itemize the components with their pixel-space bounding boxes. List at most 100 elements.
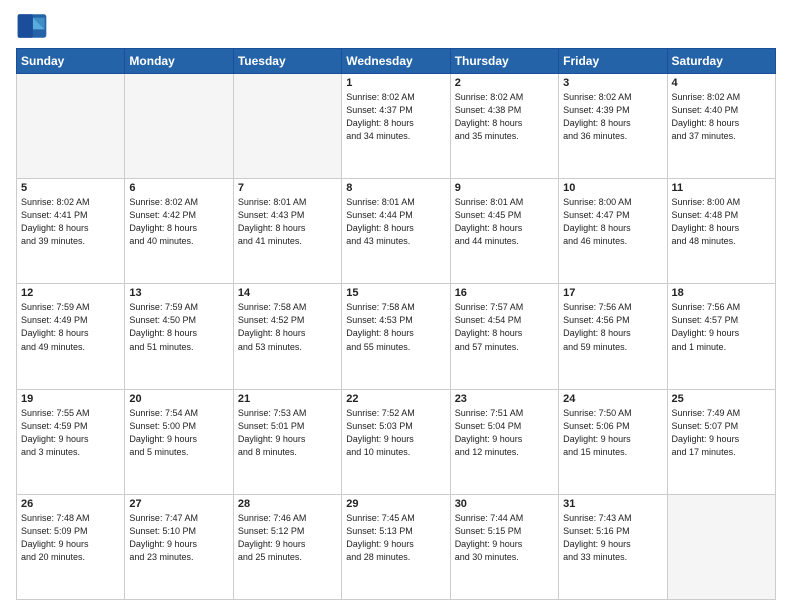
day-info: Sunrise: 7:45 AM Sunset: 5:13 PM Dayligh… (346, 512, 445, 564)
calendar-cell: 12 Sunrise: 7:59 AM Sunset: 4:49 PM Dayli… (17, 284, 125, 389)
day-info: Sunrise: 7:48 AM Sunset: 5:09 PM Dayligh… (21, 512, 120, 564)
calendar-cell: 20 Sunrise: 7:54 AM Sunset: 5:00 PM Dayli… (125, 389, 233, 494)
day-info: Sunrise: 7:53 AM Sunset: 5:01 PM Dayligh… (238, 407, 337, 459)
col-header-friday: Friday (559, 49, 667, 74)
day-number: 19 (21, 393, 120, 405)
col-header-wednesday: Wednesday (342, 49, 450, 74)
header (16, 12, 776, 40)
calendar-cell: 10 Sunrise: 8:00 AM Sunset: 4:47 PM Dayli… (559, 179, 667, 284)
day-info: Sunrise: 7:43 AM Sunset: 5:16 PM Dayligh… (563, 512, 662, 564)
calendar-cell: 1 Sunrise: 8:02 AM Sunset: 4:37 PM Daylig… (342, 74, 450, 179)
day-number: 3 (563, 77, 662, 89)
day-info: Sunrise: 7:58 AM Sunset: 4:53 PM Dayligh… (346, 301, 445, 353)
calendar-cell: 22 Sunrise: 7:52 AM Sunset: 5:03 PM Dayli… (342, 389, 450, 494)
day-info: Sunrise: 7:58 AM Sunset: 4:52 PM Dayligh… (238, 301, 337, 353)
calendar-cell (17, 74, 125, 179)
col-header-thursday: Thursday (450, 49, 558, 74)
day-number: 28 (238, 498, 337, 510)
day-info: Sunrise: 7:49 AM Sunset: 5:07 PM Dayligh… (672, 407, 771, 459)
day-info: Sunrise: 8:00 AM Sunset: 4:47 PM Dayligh… (563, 196, 662, 248)
day-number: 6 (129, 182, 228, 194)
day-info: Sunrise: 7:47 AM Sunset: 5:10 PM Dayligh… (129, 512, 228, 564)
day-number: 25 (672, 393, 771, 405)
page: SundayMondayTuesdayWednesdayThursdayFrid… (0, 0, 792, 612)
day-info: Sunrise: 7:59 AM Sunset: 4:50 PM Dayligh… (129, 301, 228, 353)
day-number: 13 (129, 287, 228, 299)
day-number: 11 (672, 182, 771, 194)
day-info: Sunrise: 8:02 AM Sunset: 4:42 PM Dayligh… (129, 196, 228, 248)
col-header-saturday: Saturday (667, 49, 775, 74)
day-number: 18 (672, 287, 771, 299)
day-number: 16 (455, 287, 554, 299)
calendar-cell: 27 Sunrise: 7:47 AM Sunset: 5:10 PM Dayli… (125, 494, 233, 599)
day-number: 27 (129, 498, 228, 510)
calendar-cell: 23 Sunrise: 7:51 AM Sunset: 5:04 PM Dayli… (450, 389, 558, 494)
day-info: Sunrise: 7:57 AM Sunset: 4:54 PM Dayligh… (455, 301, 554, 353)
calendar-cell: 28 Sunrise: 7:46 AM Sunset: 5:12 PM Dayli… (233, 494, 341, 599)
day-info: Sunrise: 7:55 AM Sunset: 4:59 PM Dayligh… (21, 407, 120, 459)
day-info: Sunrise: 7:44 AM Sunset: 5:15 PM Dayligh… (455, 512, 554, 564)
day-info: Sunrise: 7:54 AM Sunset: 5:00 PM Dayligh… (129, 407, 228, 459)
day-number: 20 (129, 393, 228, 405)
day-number: 15 (346, 287, 445, 299)
day-info: Sunrise: 8:01 AM Sunset: 4:45 PM Dayligh… (455, 196, 554, 248)
day-info: Sunrise: 7:50 AM Sunset: 5:06 PM Dayligh… (563, 407, 662, 459)
day-info: Sunrise: 8:02 AM Sunset: 4:40 PM Dayligh… (672, 91, 771, 143)
day-number: 2 (455, 77, 554, 89)
calendar-cell (667, 494, 775, 599)
calendar-cell: 29 Sunrise: 7:45 AM Sunset: 5:13 PM Dayli… (342, 494, 450, 599)
calendar-cell: 21 Sunrise: 7:53 AM Sunset: 5:01 PM Dayli… (233, 389, 341, 494)
day-number: 9 (455, 182, 554, 194)
day-info: Sunrise: 8:02 AM Sunset: 4:41 PM Dayligh… (21, 196, 120, 248)
day-info: Sunrise: 7:59 AM Sunset: 4:49 PM Dayligh… (21, 301, 120, 353)
logo-icon (16, 12, 48, 40)
day-number: 23 (455, 393, 554, 405)
calendar-cell: 11 Sunrise: 8:00 AM Sunset: 4:48 PM Dayli… (667, 179, 775, 284)
day-number: 17 (563, 287, 662, 299)
calendar-cell: 19 Sunrise: 7:55 AM Sunset: 4:59 PM Dayli… (17, 389, 125, 494)
day-info: Sunrise: 7:46 AM Sunset: 5:12 PM Dayligh… (238, 512, 337, 564)
calendar-cell: 15 Sunrise: 7:58 AM Sunset: 4:53 PM Dayli… (342, 284, 450, 389)
day-number: 1 (346, 77, 445, 89)
calendar-cell: 18 Sunrise: 7:56 AM Sunset: 4:57 PM Dayli… (667, 284, 775, 389)
day-info: Sunrise: 8:02 AM Sunset: 4:37 PM Dayligh… (346, 91, 445, 143)
calendar-cell: 4 Sunrise: 8:02 AM Sunset: 4:40 PM Daylig… (667, 74, 775, 179)
calendar-table: SundayMondayTuesdayWednesdayThursdayFrid… (16, 48, 776, 600)
day-info: Sunrise: 8:02 AM Sunset: 4:38 PM Dayligh… (455, 91, 554, 143)
day-info: Sunrise: 7:51 AM Sunset: 5:04 PM Dayligh… (455, 407, 554, 459)
day-info: Sunrise: 8:01 AM Sunset: 4:43 PM Dayligh… (238, 196, 337, 248)
calendar-cell: 31 Sunrise: 7:43 AM Sunset: 5:16 PM Dayli… (559, 494, 667, 599)
day-info: Sunrise: 7:52 AM Sunset: 5:03 PM Dayligh… (346, 407, 445, 459)
day-number: 12 (21, 287, 120, 299)
calendar-cell: 6 Sunrise: 8:02 AM Sunset: 4:42 PM Daylig… (125, 179, 233, 284)
logo (16, 12, 52, 40)
day-info: Sunrise: 8:02 AM Sunset: 4:39 PM Dayligh… (563, 91, 662, 143)
day-number: 14 (238, 287, 337, 299)
day-number: 4 (672, 77, 771, 89)
day-number: 7 (238, 182, 337, 194)
day-number: 10 (563, 182, 662, 194)
day-info: Sunrise: 8:00 AM Sunset: 4:48 PM Dayligh… (672, 196, 771, 248)
col-header-monday: Monday (125, 49, 233, 74)
calendar-cell: 13 Sunrise: 7:59 AM Sunset: 4:50 PM Dayli… (125, 284, 233, 389)
calendar-cell: 9 Sunrise: 8:01 AM Sunset: 4:45 PM Daylig… (450, 179, 558, 284)
day-info: Sunrise: 7:56 AM Sunset: 4:57 PM Dayligh… (672, 301, 771, 353)
day-number: 21 (238, 393, 337, 405)
calendar-cell: 7 Sunrise: 8:01 AM Sunset: 4:43 PM Daylig… (233, 179, 341, 284)
day-number: 8 (346, 182, 445, 194)
calendar-cell: 8Sunrise: 8:01 AM Sunset: 4:44 PM Daylig… (342, 179, 450, 284)
calendar-cell (125, 74, 233, 179)
day-number: 24 (563, 393, 662, 405)
col-header-tuesday: Tuesday (233, 49, 341, 74)
day-number: 26 (21, 498, 120, 510)
calendar-cell: 26 Sunrise: 7:48 AM Sunset: 5:09 PM Dayli… (17, 494, 125, 599)
day-number: 30 (455, 498, 554, 510)
day-number: 22 (346, 393, 445, 405)
day-number: 31 (563, 498, 662, 510)
day-number: 29 (346, 498, 445, 510)
calendar-cell: 5 Sunrise: 8:02 AM Sunset: 4:41 PM Daylig… (17, 179, 125, 284)
calendar-cell (233, 74, 341, 179)
calendar-cell: 25 Sunrise: 7:49 AM Sunset: 5:07 PM Dayli… (667, 389, 775, 494)
day-number: 5 (21, 182, 120, 194)
calendar-cell: 14 Sunrise: 7:58 AM Sunset: 4:52 PM Dayli… (233, 284, 341, 389)
